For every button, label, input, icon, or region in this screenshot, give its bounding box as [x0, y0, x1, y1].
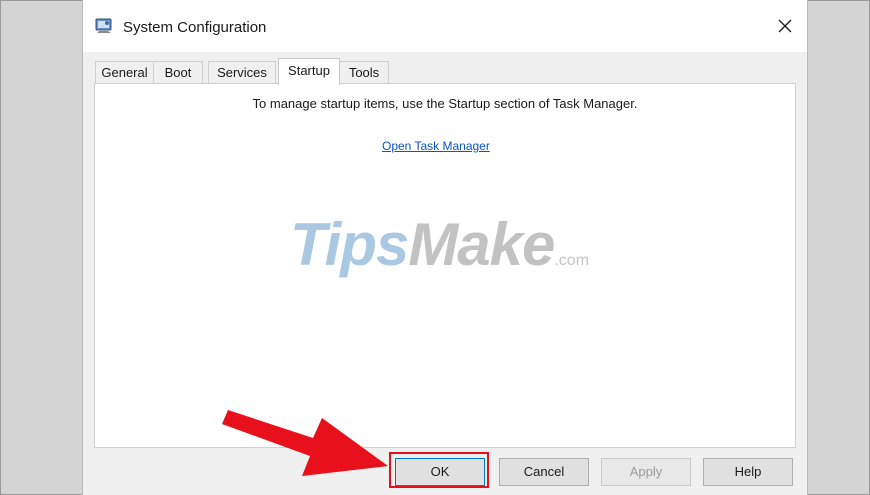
- watermark-part2: Make: [408, 211, 555, 278]
- arrow-annotation: [222, 410, 388, 476]
- title-bar: System Configuration: [83, 0, 807, 52]
- ok-button-highlight: [389, 452, 489, 488]
- tab-startup[interactable]: Startup: [278, 58, 340, 85]
- cancel-button[interactable]: Cancel: [499, 458, 589, 486]
- watermark-logo: TipsMake.com: [290, 210, 589, 279]
- startup-info-text: To manage startup items, use the Startup…: [252, 96, 638, 111]
- tab-tools[interactable]: Tools: [339, 61, 389, 84]
- tab-boot[interactable]: Boot: [153, 61, 203, 84]
- system-configuration-dialog: System Configuration General Boot Servic…: [82, 0, 808, 495]
- tab-general[interactable]: General: [95, 61, 154, 84]
- watermark-suffix: .com: [554, 252, 590, 269]
- msconfig-icon: [95, 18, 113, 34]
- startup-panel: To manage startup items, use the Startup…: [94, 83, 796, 448]
- watermark-part1: Tips: [290, 211, 409, 278]
- window-title: System Configuration: [123, 19, 267, 36]
- close-button[interactable]: [763, 8, 807, 44]
- tab-services[interactable]: Services: [208, 61, 276, 84]
- open-task-manager-link[interactable]: Open Task Manager: [382, 139, 490, 153]
- apply-button[interactable]: Apply: [601, 458, 691, 486]
- close-icon: [778, 19, 792, 33]
- help-button[interactable]: Help: [703, 458, 793, 486]
